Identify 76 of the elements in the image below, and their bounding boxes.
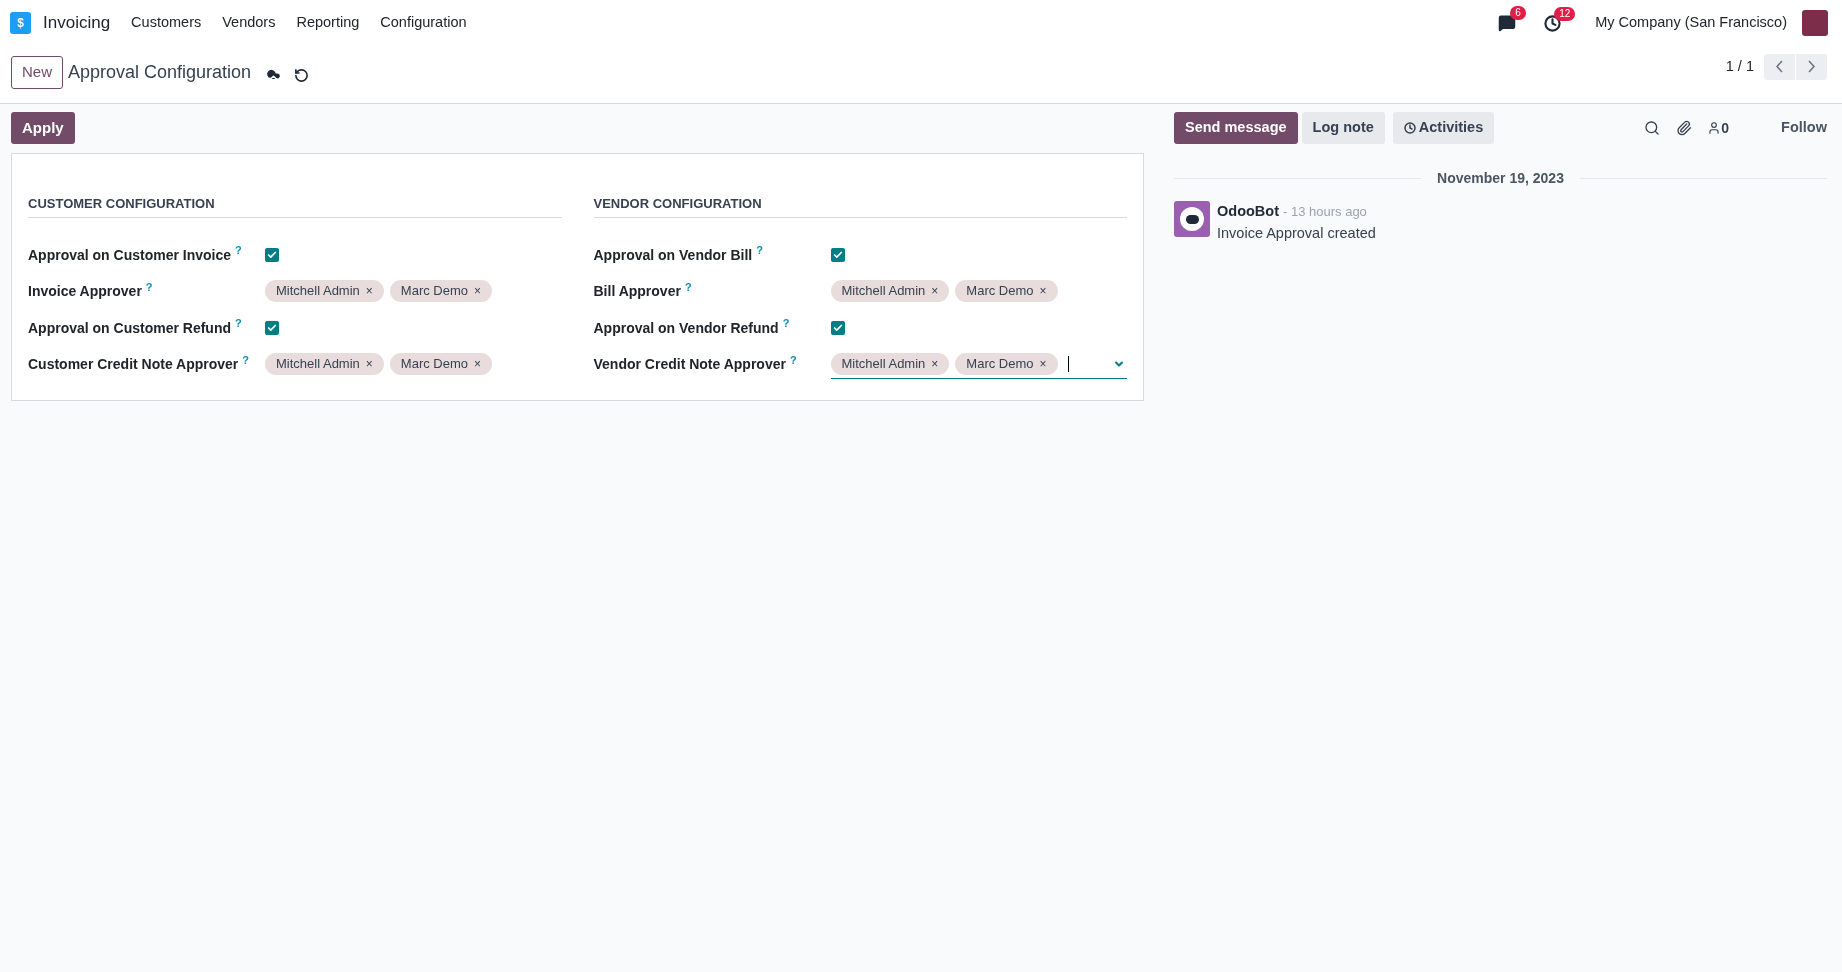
menu-item[interactable]: Reporting xyxy=(296,12,360,34)
field-label: Approval on Vendor Refund $^{?}$ xyxy=(593,317,791,338)
checkbox[interactable] xyxy=(830,248,845,262)
follow-button[interactable]: Follow xyxy=(1781,117,1827,139)
tag: Marc Demo × xyxy=(955,280,1058,302)
field-label: Vendor Credit Note Approver $^{?}$ xyxy=(593,354,798,374)
notification-badge: 12 xyxy=(1554,6,1576,21)
section-heading: VENDOR CONFIGURATION xyxy=(593,194,1127,218)
next-button[interactable] xyxy=(1796,53,1827,80)
field-label: Approval on Customer Invoice $^{?}$ xyxy=(28,244,243,265)
field-label: Approval on Vendor Bill $^{?}$ xyxy=(593,244,764,265)
remove-tag-button[interactable]: × xyxy=(931,355,939,373)
remove-tag-button[interactable]: × xyxy=(931,282,939,300)
clock-icon xyxy=(1403,122,1416,134)
followers-count[interactable]: 0 xyxy=(1721,117,1730,139)
checkbox[interactable] xyxy=(265,321,279,335)
new-button[interactable]: New xyxy=(11,56,63,89)
help-tooltip[interactable]: ? xyxy=(235,244,242,256)
bot-avatar xyxy=(1174,201,1210,237)
pager-value[interactable]: 1 / 1 xyxy=(1725,55,1754,78)
send-message-button[interactable]: Send message xyxy=(1174,112,1298,144)
remove-tag-button[interactable]: × xyxy=(474,355,482,373)
field-label: Approval on Customer Refund $^{?}$ xyxy=(28,317,243,338)
help-tooltip[interactable]: ? xyxy=(782,317,790,329)
search-icon[interactable] xyxy=(1644,120,1661,136)
tag-input-field[interactable]: Mitchell Admin × Marc Demo × xyxy=(830,350,1127,379)
app-name[interactable]: Invoicing xyxy=(43,10,111,36)
menu-item[interactable]: Customers xyxy=(131,12,202,34)
discard-icon[interactable] xyxy=(294,68,310,83)
field-label: Invoice Approver $^{?}$ xyxy=(28,281,154,301)
field-label: Bill Approver $^{?}$ xyxy=(593,281,693,301)
tag: Mitchell Admin × xyxy=(265,353,384,375)
checkbox[interactable] xyxy=(830,321,845,335)
field-label: Customer Credit Note Approver $^{?}$ xyxy=(28,354,251,374)
help-tooltip[interactable]: ? xyxy=(789,353,797,366)
tag: Marc Demo × xyxy=(389,353,493,375)
checkbox[interactable] xyxy=(265,248,279,262)
menu-item[interactable]: Vendors xyxy=(222,12,276,34)
tag-input-field[interactable]: Mitchell Admin × Marc Demo × xyxy=(830,277,1127,306)
tag: Marc Demo × xyxy=(389,280,493,302)
chevron-left-icon xyxy=(1776,60,1783,73)
remove-tag-button[interactable]: × xyxy=(365,282,373,300)
section-heading: CUSTOMER CONFIGURATION xyxy=(28,194,562,218)
previous-button[interactable] xyxy=(1764,53,1795,80)
date-separator: November 19, 2023 xyxy=(1436,169,1565,188)
tag: Mitchell Admin × xyxy=(265,280,384,302)
text-cursor xyxy=(1067,356,1069,372)
remove-tag-button[interactable]: × xyxy=(1039,355,1047,373)
help-tooltip[interactable]: ? xyxy=(235,317,242,329)
menu-item[interactable]: Configuration xyxy=(380,12,467,34)
remove-tag-button[interactable]: × xyxy=(474,282,482,300)
help-tooltip[interactable]: ? xyxy=(145,280,153,293)
activities-clock-icon[interactable] xyxy=(1544,14,1562,32)
message-body: Invoice Approval created xyxy=(1217,223,1376,243)
company-switcher[interactable]: My Company (San Francisco) xyxy=(1595,12,1787,34)
tag-input-field[interactable]: Mitchell Admin × Marc Demo × xyxy=(265,277,562,306)
help-tooltip[interactable]: ? xyxy=(756,244,763,256)
tag: Mitchell Admin × xyxy=(830,280,950,302)
remove-tag-button[interactable]: × xyxy=(365,355,373,373)
remove-tag-button[interactable]: × xyxy=(1039,282,1047,300)
tag: Marc Demo × xyxy=(955,353,1058,375)
record-title: Approval Configuration xyxy=(68,61,252,84)
notification-badge: 6 xyxy=(1510,6,1526,20)
paperclip-icon[interactable] xyxy=(1676,120,1693,136)
activities-button[interactable]: Activities xyxy=(1392,112,1495,144)
tag: Mitchell Admin × xyxy=(830,353,950,375)
messages-icon[interactable] xyxy=(1498,14,1517,32)
chevron-right-icon xyxy=(1808,60,1815,73)
help-tooltip[interactable]: ? xyxy=(242,353,250,366)
message-time: - 13 hours ago xyxy=(1283,203,1367,221)
tag-input-field[interactable]: Mitchell Admin × Marc Demo × xyxy=(265,350,562,379)
help-tooltip[interactable]: ? xyxy=(684,280,692,293)
log-note-button[interactable]: Log note xyxy=(1301,112,1385,144)
apply-button[interactable]: Apply xyxy=(11,112,75,144)
message-author[interactable]: OdooBot xyxy=(1217,201,1279,223)
followers-icon[interactable] xyxy=(1707,121,1722,135)
